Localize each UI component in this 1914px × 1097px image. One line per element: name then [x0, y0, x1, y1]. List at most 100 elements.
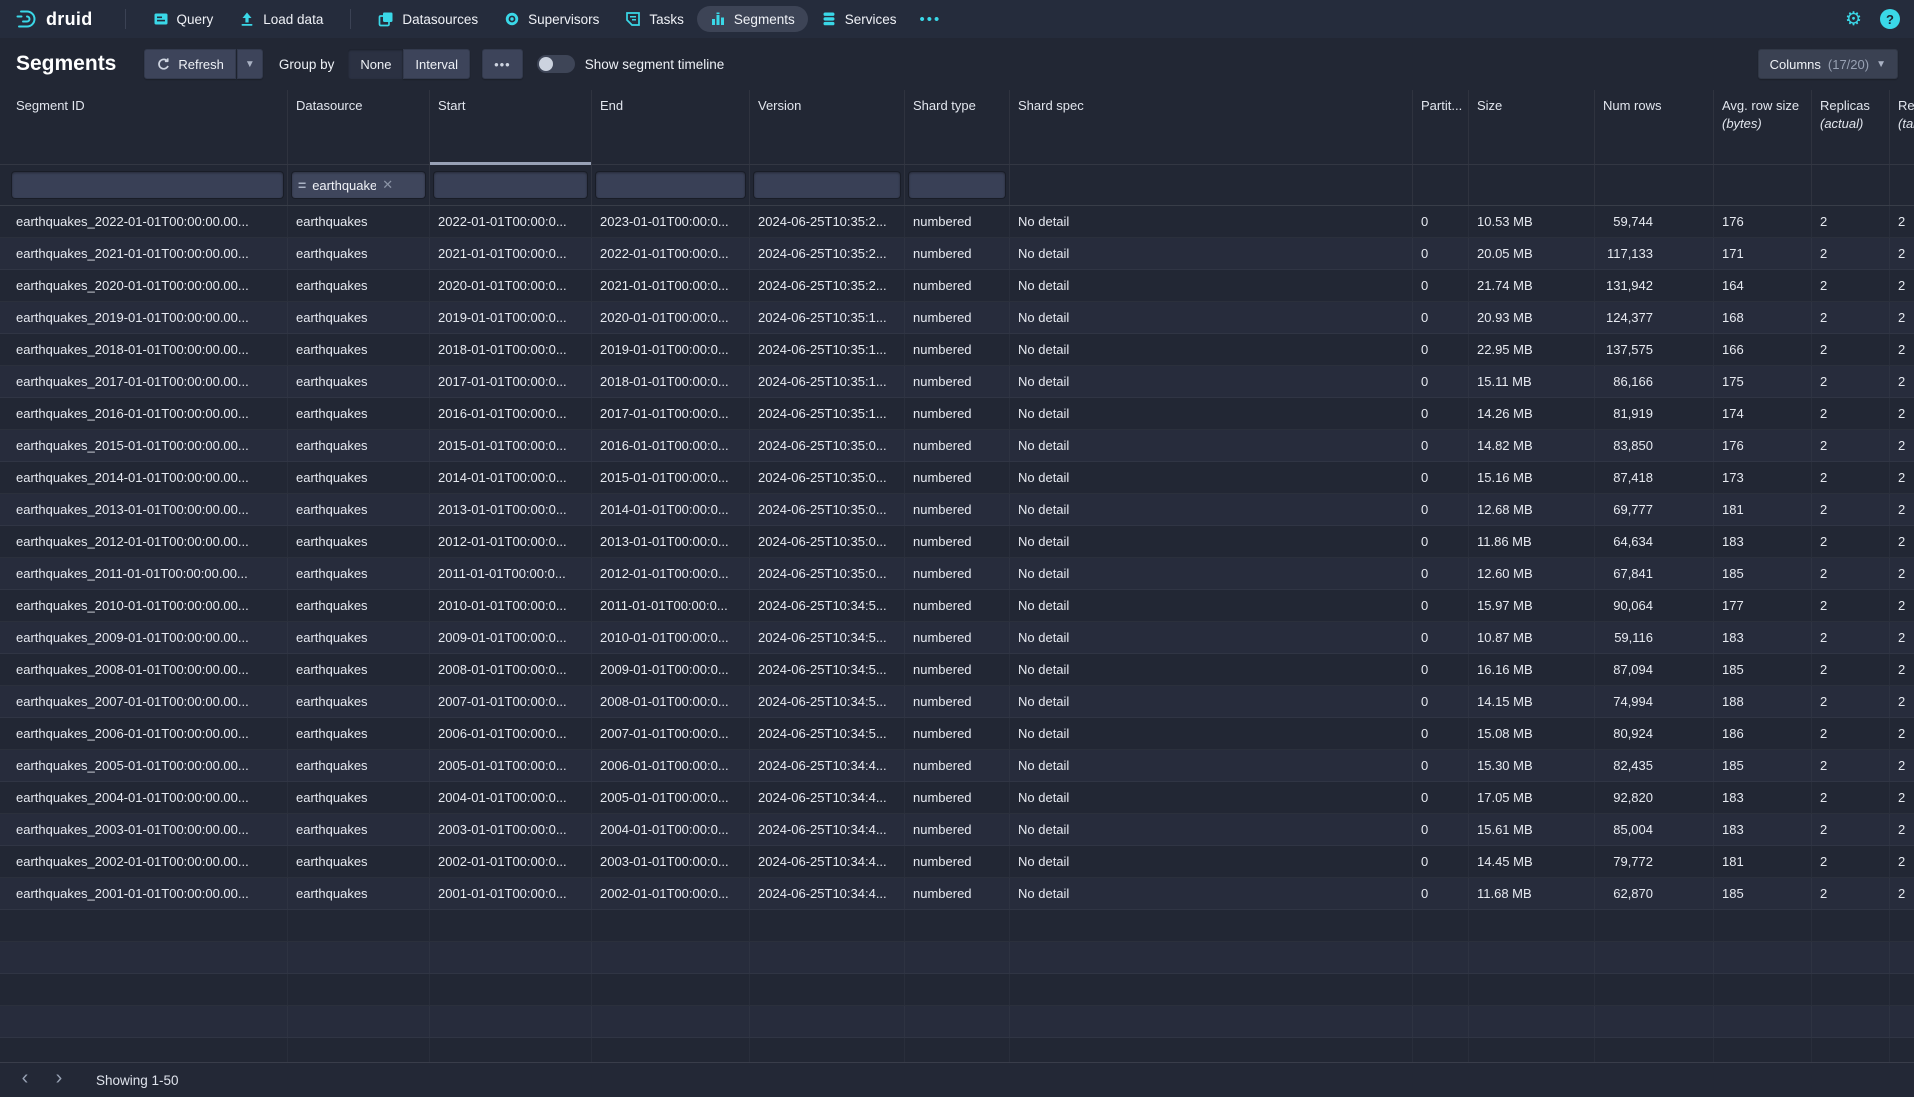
column-header-start[interactable]: Start [430, 90, 592, 164]
cell-replicas: 2 [1812, 718, 1890, 749]
table-pad-row [0, 910, 1914, 942]
clear-filter-icon[interactable]: ✕ [382, 177, 393, 193]
cell-datasource [288, 974, 430, 1005]
settings-gear-icon[interactable]: ⚙ [1845, 10, 1862, 29]
column-header-segment_id[interactable]: Segment ID [8, 90, 288, 164]
column-header-datasource[interactable]: Datasource [288, 90, 430, 164]
cell-datasource [288, 1038, 430, 1062]
nav-item-tasks[interactable]: Tasks [612, 6, 697, 32]
next-page-button[interactable]: › [44, 1066, 74, 1094]
column-header-replication_factor[interactable]: Replication factor(target) [1890, 90, 1914, 164]
cell-size: 21.74 MB [1469, 270, 1595, 301]
filter-input-shard_type[interactable] [909, 172, 1005, 198]
table-row[interactable]: earthquakes_2020-01-01T00:00:00.00...ear… [0, 270, 1914, 302]
table-row[interactable]: earthquakes_2018-01-01T00:00:00.00...ear… [0, 334, 1914, 366]
cell-replication_factor: 2 [1890, 750, 1914, 781]
cell-start: 2015-01-01T00:00:0... [430, 430, 592, 461]
table-row[interactable]: earthquakes_2011-01-01T00:00:00.00...ear… [0, 558, 1914, 590]
table-row[interactable]: earthquakes_2014-01-01T00:00:00.00...ear… [0, 462, 1914, 494]
table-row[interactable]: earthquakes_2006-01-01T00:00:00.00...ear… [0, 718, 1914, 750]
cell-end: 2017-01-01T00:00:0... [592, 398, 750, 429]
table-row[interactable]: earthquakes_2021-01-01T00:00:00.00...ear… [0, 238, 1914, 270]
nav-item-datasources[interactable]: Datasources [365, 6, 491, 32]
filter-input-version[interactable] [754, 172, 900, 198]
refresh-label: Refresh [178, 57, 224, 72]
column-header-shard_type[interactable]: Shard type [905, 90, 1010, 164]
group-by-interval-button[interactable]: Interval [403, 49, 470, 79]
cell-datasource: earthquakes [288, 526, 430, 557]
column-header-num_rows[interactable]: Num rows [1595, 90, 1714, 164]
table-row[interactable]: earthquakes_2016-01-01T00:00:00.00...ear… [0, 398, 1914, 430]
table-row[interactable]: earthquakes_2010-01-01T00:00:00.00...ear… [0, 590, 1914, 622]
cell-partition: 0 [1413, 654, 1469, 685]
filter-input-segment_id[interactable] [12, 172, 283, 198]
filter-input-start[interactable] [434, 172, 587, 198]
cell-replication_factor: 2 [1890, 686, 1914, 717]
column-header-partition[interactable]: Partit... [1413, 90, 1469, 164]
cell-replicas: 2 [1812, 398, 1890, 429]
num-rows-value: 62,870 [1603, 886, 1653, 901]
table-row[interactable]: earthquakes_2005-01-01T00:00:00.00...ear… [0, 750, 1914, 782]
cell-num_rows: 131,942 [1595, 270, 1714, 301]
pagination-footer: ‹ › Showing 1-50 [0, 1062, 1914, 1097]
cell-avg_row_size: 173 [1714, 462, 1812, 493]
nav-overflow-button[interactable]: ••• [909, 11, 951, 28]
filter-cell-avg_row_size [1714, 165, 1812, 205]
column-header-version[interactable]: Version [750, 90, 905, 164]
help-icon[interactable]: ? [1880, 9, 1900, 29]
cell-start [430, 1006, 592, 1037]
refresh-button[interactable]: Refresh [144, 49, 236, 79]
table-row[interactable]: earthquakes_2017-01-01T00:00:00.00...ear… [0, 366, 1914, 398]
nav-item-query[interactable]: Query [140, 6, 227, 32]
column-header-replicas[interactable]: Replicas(actual) [1812, 90, 1890, 164]
cell-replication_factor: 2 [1890, 558, 1914, 589]
column-header-shard_spec[interactable]: Shard spec [1010, 90, 1413, 164]
nav-item-supervisors[interactable]: Supervisors [491, 6, 612, 32]
table-row[interactable]: earthquakes_2004-01-01T00:00:00.00...ear… [0, 782, 1914, 814]
nav-item-load-data[interactable]: Load data [226, 6, 336, 32]
nav-item-segments[interactable]: Segments [697, 6, 808, 32]
cell-partition [1413, 1006, 1469, 1037]
column-header-avg_row_size[interactable]: Avg. row size(bytes) [1714, 90, 1812, 164]
top-nav: druid Query Load data Datasources Superv… [0, 0, 1914, 38]
toolbar-more-button[interactable]: ••• [482, 49, 523, 79]
table-row[interactable]: earthquakes_2008-01-01T00:00:00.00...ear… [0, 654, 1914, 686]
cell-avg_row_size: 183 [1714, 526, 1812, 557]
cell-datasource: earthquakes [288, 750, 430, 781]
cell-end: 2021-01-01T00:00:0... [592, 270, 750, 301]
table-row[interactable]: earthquakes_2013-01-01T00:00:00.00...ear… [0, 494, 1914, 526]
columns-button[interactable]: Columns (17/20) ▼ [1758, 49, 1898, 79]
table-row[interactable]: earthquakes_2007-01-01T00:00:00.00...ear… [0, 686, 1914, 718]
cell-segment_id: earthquakes_2005-01-01T00:00:00.00... [8, 750, 288, 781]
table-row[interactable]: earthquakes_2019-01-01T00:00:00.00...ear… [0, 302, 1914, 334]
cell-version: 2024-06-25T10:34:5... [750, 718, 905, 749]
table-row[interactable]: earthquakes_2012-01-01T00:00:00.00...ear… [0, 526, 1914, 558]
cell-start [430, 974, 592, 1005]
group-by-none-button[interactable]: None [348, 49, 403, 79]
table-row[interactable]: earthquakes_2022-01-01T00:00:00.00...ear… [0, 206, 1914, 238]
datasource-filter-tag[interactable]: =earthquake✕ [292, 172, 425, 198]
table-row[interactable]: earthquakes_2003-01-01T00:00:00.00...ear… [0, 814, 1914, 846]
cell-shard_type: numbered [905, 718, 1010, 749]
column-label: Segment ID [16, 98, 85, 113]
column-header-size[interactable]: Size [1469, 90, 1595, 164]
cell-shard_spec: No detail [1010, 750, 1413, 781]
filter-operator: = [298, 177, 306, 193]
cell-shard_type [905, 1006, 1010, 1037]
cell-partition: 0 [1413, 590, 1469, 621]
filter-input-end[interactable] [596, 172, 745, 198]
cell-replication_factor: 2 [1890, 654, 1914, 685]
cell-version: 2024-06-25T10:34:5... [750, 590, 905, 621]
cell-shard_type: numbered [905, 750, 1010, 781]
table-row[interactable]: earthquakes_2001-01-01T00:00:00.00...ear… [0, 878, 1914, 910]
segment-timeline-toggle[interactable] [537, 55, 575, 73]
refresh-interval-button[interactable]: ▼ [237, 49, 263, 79]
previous-page-button[interactable]: ‹ [10, 1066, 40, 1094]
cell-start: 2010-01-01T00:00:0... [430, 590, 592, 621]
table-row[interactable]: earthquakes_2009-01-01T00:00:00.00...ear… [0, 622, 1914, 654]
table-row[interactable]: earthquakes_2015-01-01T00:00:00.00...ear… [0, 430, 1914, 462]
column-header-end[interactable]: End [592, 90, 750, 164]
nav-item-services[interactable]: Services [808, 6, 910, 32]
table-row[interactable]: earthquakes_2002-01-01T00:00:00.00...ear… [0, 846, 1914, 878]
druid-logo[interactable]: druid [14, 7, 93, 31]
